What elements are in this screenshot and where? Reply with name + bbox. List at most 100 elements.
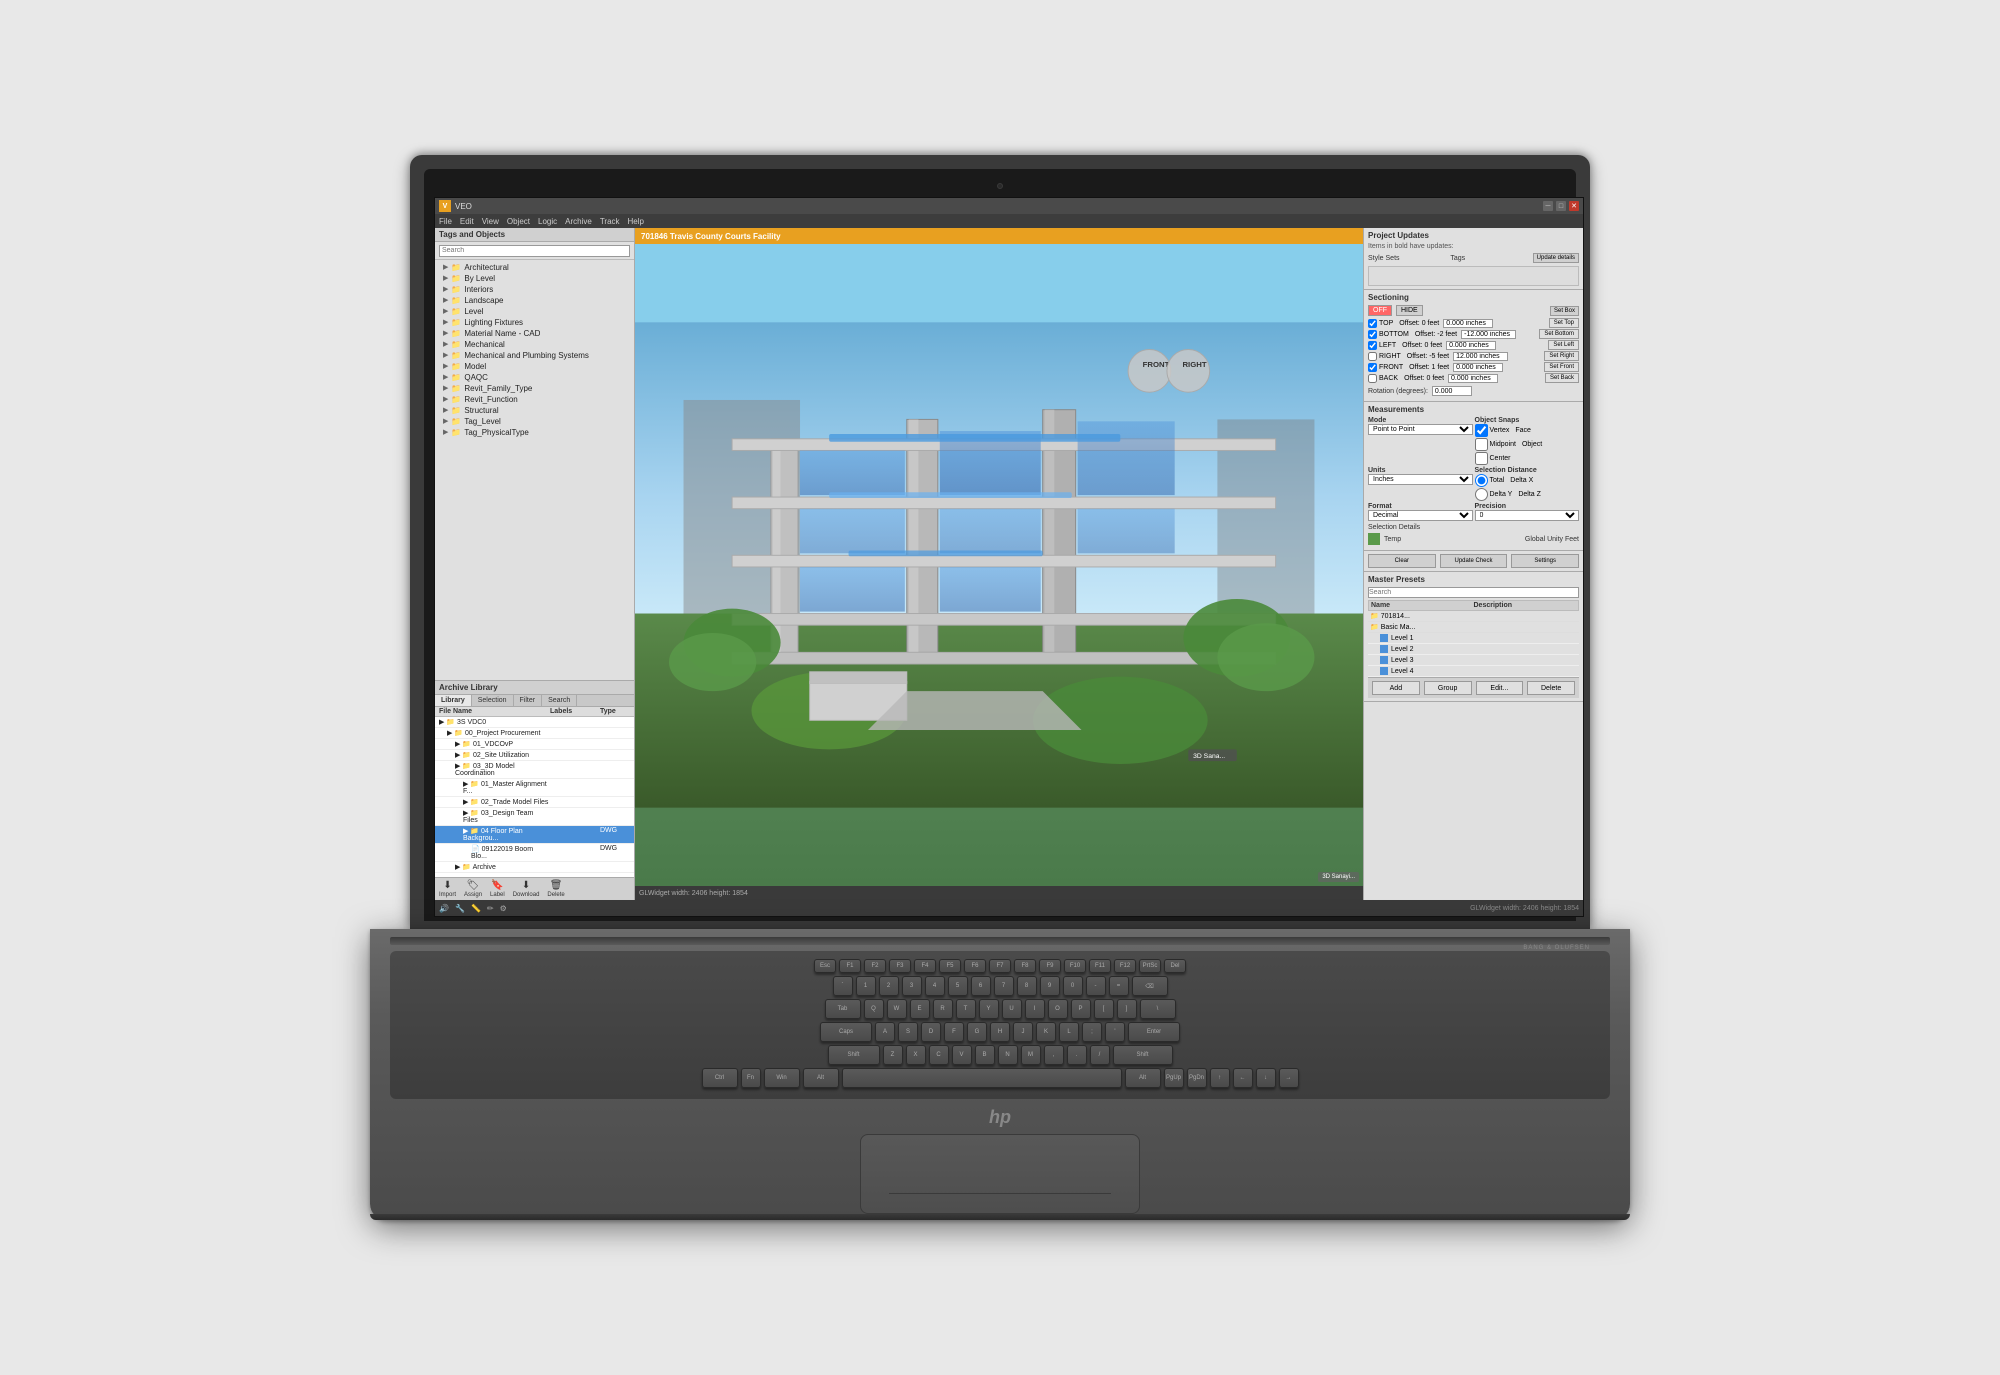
- key-a[interactable]: A: [875, 1022, 895, 1042]
- menu-object[interactable]: Object: [507, 217, 530, 226]
- tree-item-model[interactable]: ▶ 📁 Model: [435, 361, 634, 372]
- precision-select[interactable]: 0: [1475, 510, 1580, 521]
- key-v[interactable]: V: [952, 1045, 972, 1065]
- sel-deltay-radio[interactable]: [1475, 488, 1488, 501]
- download-tool[interactable]: ⬇ Download: [513, 880, 540, 898]
- file-row-site[interactable]: ▶ 📁 02_Site Utilization: [435, 750, 634, 761]
- tree-item-architectural[interactable]: ▶ 📁 Architectural: [435, 262, 634, 273]
- menu-track[interactable]: Track: [600, 217, 620, 226]
- snap-center-checkbox[interactable]: [1475, 452, 1488, 465]
- key-b[interactable]: B: [975, 1045, 995, 1065]
- key-k[interactable]: K: [1036, 1022, 1056, 1042]
- key-prtsc[interactable]: PrtSc: [1139, 959, 1161, 973]
- file-row-3d-coord[interactable]: ▶ 📁 03_3D Model Coordination: [435, 761, 634, 779]
- tree-item-revit-family[interactable]: ▶ 📁 Revit_Family_Type: [435, 383, 634, 394]
- snap-vertex-checkbox[interactable]: [1475, 424, 1488, 437]
- tree-item-mech-plumbing[interactable]: ▶ 📁 Mechanical and Plumbing Systems: [435, 350, 634, 361]
- key-m[interactable]: M: [1021, 1045, 1041, 1065]
- key-pgdn[interactable]: PgDn: [1187, 1068, 1207, 1088]
- back-checkbox[interactable]: [1368, 374, 1377, 383]
- tree-item-qaqc[interactable]: ▶ 📁 QAQC: [435, 372, 634, 383]
- file-row-archive[interactable]: ▶ 📁 Archive: [435, 862, 634, 873]
- update-details-button[interactable]: Update details: [1533, 253, 1579, 263]
- right-value-input[interactable]: [1453, 352, 1508, 361]
- tab-selection[interactable]: Selection: [472, 695, 514, 706]
- set-left-button[interactable]: Set Left: [1548, 340, 1579, 350]
- key-9[interactable]: 9: [1040, 976, 1060, 996]
- close-button[interactable]: ✕: [1569, 201, 1579, 211]
- level-row-4[interactable]: Level 4: [1368, 666, 1579, 677]
- mode-select[interactable]: Point to Point: [1368, 424, 1473, 435]
- key-alt-left[interactable]: Alt: [803, 1068, 839, 1088]
- file-row-vdcovp[interactable]: ▶ 📁 01_VDCOvP: [435, 739, 634, 750]
- key-y[interactable]: Y: [979, 999, 999, 1019]
- tree-item-mechanical[interactable]: ▶ 📁 Mechanical: [435, 339, 634, 350]
- key-lbracket[interactable]: [: [1094, 999, 1114, 1019]
- set-right-button[interactable]: Set Right: [1544, 351, 1579, 361]
- key-f9[interactable]: F9: [1039, 959, 1061, 973]
- key-f3[interactable]: F3: [889, 959, 911, 973]
- menu-archive[interactable]: Archive: [565, 217, 592, 226]
- add-preset-button[interactable]: Add: [1372, 681, 1420, 695]
- key-equals[interactable]: =: [1109, 976, 1129, 996]
- key-ctrl-left[interactable]: Ctrl: [702, 1068, 738, 1088]
- rotation-input[interactable]: [1432, 386, 1472, 396]
- set-bottom-button[interactable]: Set Bottom: [1539, 329, 1579, 339]
- bottom-value-input[interactable]: [1461, 330, 1516, 339]
- key-backspace[interactable]: ⌫: [1132, 976, 1168, 996]
- group-preset-button[interactable]: Group: [1424, 681, 1472, 695]
- file-row-procurement[interactable]: ▶ 📁 00_Project Procurement: [435, 728, 634, 739]
- tree-item-material[interactable]: ▶ 📁 Material Name - CAD: [435, 328, 634, 339]
- key-f6[interactable]: F6: [964, 959, 986, 973]
- level-row-2[interactable]: Level 2: [1368, 644, 1579, 655]
- tree-item-level[interactable]: ▶ 📁 Level: [435, 306, 634, 317]
- tree-item-tag-level[interactable]: ▶ 📁 Tag_Level: [435, 416, 634, 427]
- key-caps[interactable]: Caps: [820, 1022, 872, 1042]
- key-slash[interactable]: /: [1090, 1045, 1110, 1065]
- set-back-button[interactable]: Set Back: [1545, 373, 1579, 383]
- tree-item-interiors[interactable]: ▶ 📁 Interiors: [435, 284, 634, 295]
- format-select[interactable]: Decimal: [1368, 510, 1473, 521]
- tree-item-landscape[interactable]: ▶ 📁 Landscape: [435, 295, 634, 306]
- set-top-button[interactable]: Set Top: [1549, 318, 1579, 328]
- preset-search-input[interactable]: [1368, 587, 1579, 598]
- file-row-3svdc[interactable]: ▶ 📁 3S VDC0: [435, 717, 634, 728]
- key-right[interactable]: →: [1279, 1068, 1299, 1088]
- tags-search-input[interactable]: [439, 245, 630, 257]
- key-shift-right[interactable]: Shift: [1113, 1045, 1173, 1065]
- file-row-floor-plan[interactable]: ▶ 📁 04 Floor Plan Backgrou... DWG: [435, 826, 634, 844]
- snap-midpoint-checkbox[interactable]: [1475, 438, 1488, 451]
- key-fn[interactable]: Fn: [741, 1068, 761, 1088]
- key-shift-left[interactable]: Shift: [828, 1045, 880, 1065]
- file-row-trade-model[interactable]: ▶ 📁 02_Trade Model Files: [435, 797, 634, 808]
- key-f[interactable]: F: [944, 1022, 964, 1042]
- right-checkbox[interactable]: [1368, 352, 1377, 361]
- file-row-design-team[interactable]: ▶ 📁 03_Design Team Files: [435, 808, 634, 826]
- set-box-button[interactable]: Set Box: [1550, 306, 1579, 316]
- touchpad[interactable]: [860, 1134, 1140, 1214]
- key-f5[interactable]: F5: [939, 959, 961, 973]
- key-esc[interactable]: Esc: [814, 959, 836, 973]
- front-value-input[interactable]: [1453, 363, 1503, 372]
- key-up[interactable]: ↑: [1210, 1068, 1230, 1088]
- key-1[interactable]: 1: [856, 976, 876, 996]
- maximize-button[interactable]: □: [1556, 201, 1566, 211]
- key-n[interactable]: N: [998, 1045, 1018, 1065]
- key-u[interactable]: U: [1002, 999, 1022, 1019]
- key-f4[interactable]: F4: [914, 959, 936, 973]
- key-enter[interactable]: Enter: [1128, 1022, 1180, 1042]
- menu-view[interactable]: View: [482, 217, 499, 226]
- key-l[interactable]: L: [1059, 1022, 1079, 1042]
- minimize-button[interactable]: ─: [1543, 201, 1553, 211]
- key-del[interactable]: Del: [1164, 959, 1186, 973]
- key-w[interactable]: W: [887, 999, 907, 1019]
- key-4[interactable]: 4: [925, 976, 945, 996]
- tab-search[interactable]: Search: [542, 695, 577, 706]
- key-f8[interactable]: F8: [1014, 959, 1036, 973]
- key-backslash[interactable]: \: [1140, 999, 1176, 1019]
- file-row-master-align[interactable]: ▶ 📁 01_Master Alignment F...: [435, 779, 634, 797]
- key-8[interactable]: 8: [1017, 976, 1037, 996]
- key-z[interactable]: Z: [883, 1045, 903, 1065]
- tree-item-lighting[interactable]: ▶ 📁 Lighting Fixtures: [435, 317, 634, 328]
- key-p[interactable]: P: [1071, 999, 1091, 1019]
